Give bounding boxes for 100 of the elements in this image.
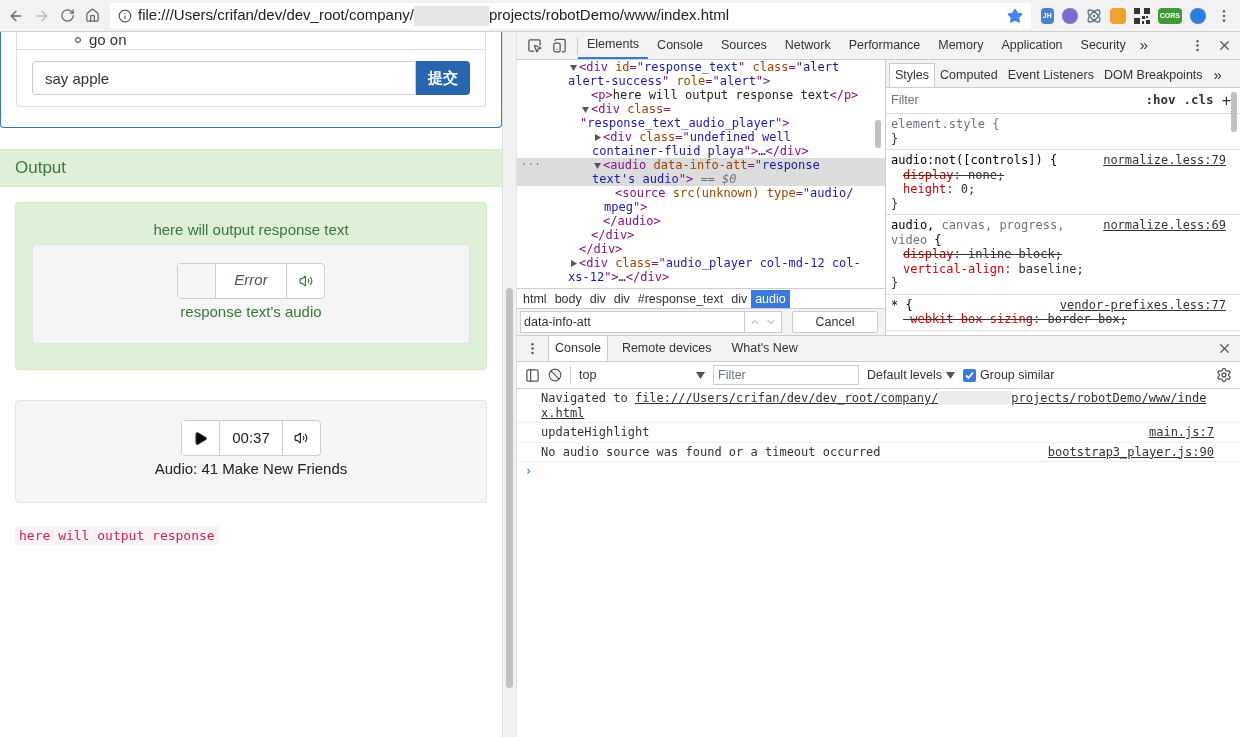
qr-code-icon[interactable]: [1133, 7, 1150, 24]
breadcrumb[interactable]: html: [519, 289, 551, 308]
home-icon[interactable]: [85, 8, 100, 23]
dom-node[interactable]: <p>here will output response text</p>: [517, 88, 885, 102]
drawer-tab[interactable]: What's New: [725, 336, 804, 361]
source-link[interactable]: main.js:7: [1148, 425, 1214, 440]
devtools-tab[interactable]: Memory: [929, 32, 993, 59]
console-link[interactable]: file:///Users/crifan/dev/dev_root/company/: [634, 391, 939, 406]
source-link[interactable]: normalize.less:69: [1103, 218, 1226, 233]
console-message: No audio source was found or a timeout occurred: [541, 444, 881, 459]
volume-icon: [294, 431, 309, 445]
styles-tab[interactable]: Event Listeners: [1002, 63, 1099, 87]
drawer-tab[interactable]: Remote devices: [615, 336, 718, 361]
css-selector: * {: [891, 297, 913, 312]
console-message: Navigated to: [541, 391, 629, 406]
time-display: Error: [233, 270, 269, 291]
levels-dropdown[interactable]: Default levels: [867, 365, 956, 385]
breadcrumb[interactable]: body: [550, 289, 586, 308]
filter-field[interactable]: Filter: [713, 365, 859, 385]
gutter-dots[interactable]: ···: [521, 158, 541, 173]
css-selector: canvas, progress,: [940, 218, 1065, 233]
code-line: <div id="response_text" class="alert: [579, 60, 840, 74]
search-text: data-info-att: [523, 313, 592, 331]
console-link[interactable]: projects/robotDemo/www/inde: [1011, 391, 1207, 406]
collapsed-triangle-icon[interactable]: [594, 134, 601, 141]
source-link[interactable]: bootstrap3_player.js:90: [1047, 444, 1214, 459]
styles-tab[interactable]: Computed: [935, 63, 1003, 87]
sidebar-icon[interactable]: [525, 367, 540, 383]
source-link[interactable]: normalize.less:79: [1103, 153, 1226, 168]
css-brace: }: [891, 131, 899, 146]
more-tabs-button[interactable]: »: [1134, 34, 1154, 57]
collapsed-triangle-icon[interactable]: [570, 260, 577, 267]
code-line: "response_text_audio_player">: [580, 116, 790, 130]
dom-node[interactable]: <div class="undefined well container-fluid playa">…</div>: [517, 130, 885, 158]
css-selector: {: [933, 232, 942, 247]
dom-node[interactable]: <div class="audio_player col-md-12 col- xs-12">…</div>: [517, 256, 885, 284]
console-message: updateHighlight: [541, 425, 650, 440]
scrollbar-thumb[interactable]: [1231, 92, 1237, 132]
css-selector: audio:not([controls]) {: [891, 153, 1058, 168]
class-toggle[interactable]: .cls: [1179, 91, 1218, 110]
atom-icon[interactable]: [1085, 7, 1102, 24]
checkbox[interactable]: [963, 368, 977, 382]
devtools-tab[interactable]: Elements: [578, 32, 649, 59]
css-brace: }: [891, 196, 899, 211]
code-line: </div>: [579, 242, 623, 256]
checkbox-label: Group similar: [980, 366, 1055, 384]
filter-placeholder[interactable]: Filter: [891, 91, 1142, 110]
scrollbar-thumb[interactable]: [875, 120, 881, 148]
css-property: display: inline-block;: [903, 247, 1062, 261]
console-prompt[interactable]: ›: [525, 464, 533, 478]
dom-node[interactable]: <source src(unknown) type="audio/ mpeg">: [517, 186, 885, 214]
hover-toggle[interactable]: :hov: [1141, 91, 1180, 110]
devtools-tab[interactable]: Console: [648, 32, 712, 59]
close-icon[interactable]: [1217, 341, 1232, 356]
device-icon[interactable]: [552, 38, 567, 53]
info-icon[interactable]: [118, 8, 132, 23]
css-brace: }: [891, 276, 899, 290]
expanded-triangle-icon[interactable]: [570, 64, 577, 71]
breadcrumb[interactable]: #response_text: [633, 289, 728, 308]
play-button[interactable]: [182, 421, 221, 455]
console-link[interactable]: x.html: [541, 405, 585, 420]
text-input[interactable]: say apple: [32, 61, 416, 95]
scrollbar-thumb[interactable]: [506, 288, 513, 688]
css-selector: video: [891, 232, 928, 247]
code-line: <source src(unknown) type="audio/: [615, 186, 854, 200]
clear-icon[interactable]: [548, 368, 562, 382]
inspect-icon[interactable]: [527, 38, 542, 53]
drawer-tab[interactable]: Console: [548, 336, 608, 361]
address-bar[interactable]: file:///Users/crifan/dev/dev_root/company/ projects/robotDemo/www/index.html: [110, 2, 1031, 29]
cancel-button[interactable]: Cancel: [792, 311, 878, 333]
submit-button[interactable]: 提交: [416, 61, 470, 95]
expanded-triangle-icon[interactable]: [582, 106, 589, 113]
styles-tab[interactable]: DOM Breakpoints: [1098, 63, 1208, 87]
breadcrumb[interactable]: div: [609, 289, 634, 308]
source-link[interactable]: vendor-prefixes.less:77: [1059, 297, 1226, 312]
context-select[interactable]: top: [570, 365, 705, 385]
dom-node[interactable]: <div class= "response_text_audio_player">: [517, 102, 885, 130]
breadcrumb[interactable]: audio: [751, 289, 790, 308]
dom-node[interactable]: <div id="response_text" class="alert alert-success" role="alert">: [517, 60, 885, 88]
code-line: mpeg">: [604, 200, 648, 214]
code-line: container-fluid playa">…</div>: [592, 144, 809, 158]
settings-icon[interactable]: [1216, 367, 1232, 383]
panel-heading: Output: [15, 157, 67, 180]
url-text: file:///Users/crifan/dev/dev_root/company/: [138, 5, 414, 26]
styles-tab[interactable]: Styles: [889, 63, 936, 87]
devtools-tab[interactable]: Network: [775, 32, 840, 59]
breadcrumb[interactable]: div: [585, 289, 610, 308]
devtools-tab[interactable]: Security: [1071, 32, 1135, 59]
devtools-tab[interactable]: Performance: [839, 32, 930, 59]
code-line: <div class="audio_player col-md-12 col-: [579, 256, 861, 270]
reload-icon[interactable]: [60, 8, 75, 23]
new-rule-button[interactable]: +: [1217, 88, 1235, 113]
breadcrumb[interactable]: div: [727, 289, 752, 308]
more-tabs-button[interactable]: »: [1207, 63, 1228, 87]
expanded-triangle-icon[interactable]: [594, 162, 601, 169]
close-icon[interactable]: [1217, 38, 1232, 53]
devtools-tab[interactable]: Application: [992, 32, 1072, 59]
star-icon[interactable]: [1006, 7, 1023, 24]
devtools-tab[interactable]: Sources: [712, 32, 776, 59]
dom-node[interactable]: ··· <audio data-info-att="response text's audio"> == $0: [517, 158, 885, 186]
